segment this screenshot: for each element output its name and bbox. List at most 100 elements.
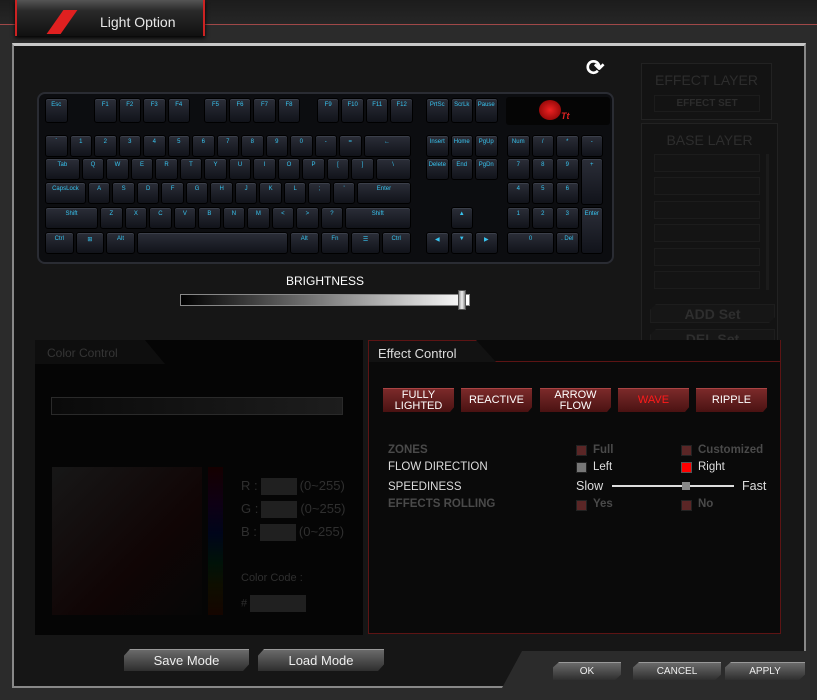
key-function[interactable]: F5 bbox=[204, 98, 227, 123]
key[interactable]: Enter bbox=[357, 182, 411, 204]
key[interactable]: 4 bbox=[143, 135, 166, 157]
key[interactable]: U bbox=[228, 158, 252, 180]
effect-wave-button[interactable]: WAVE bbox=[618, 388, 689, 412]
key-numpad[interactable]: 5 bbox=[531, 182, 554, 204]
key-nav[interactable]: End bbox=[450, 158, 473, 180]
brightness-slider-handle[interactable] bbox=[458, 290, 467, 310]
key-function[interactable]: F3 bbox=[143, 98, 166, 123]
key[interactable]: X bbox=[124, 207, 148, 229]
rolling-no-checkbox[interactable] bbox=[681, 500, 692, 511]
key[interactable]: O bbox=[277, 158, 301, 180]
key-numpad[interactable]: 2 bbox=[531, 207, 554, 229]
refresh-icon[interactable]: ⟳ bbox=[586, 55, 604, 81]
key[interactable]: 7 bbox=[216, 135, 239, 157]
key[interactable]: V bbox=[173, 207, 197, 229]
key-function[interactable]: F10 bbox=[341, 98, 364, 123]
key-arrow[interactable]: ◀ bbox=[426, 232, 449, 254]
brightness-slider[interactable] bbox=[180, 290, 470, 310]
key[interactable]: ; bbox=[308, 182, 331, 204]
key[interactable]: J bbox=[234, 182, 258, 204]
key[interactable]: H bbox=[210, 182, 233, 204]
key[interactable]: CapsLock bbox=[45, 182, 86, 204]
key[interactable]: S bbox=[112, 182, 135, 204]
key[interactable]: B bbox=[198, 207, 221, 229]
effect-arrow-flow-button[interactable]: ARROW FLOW bbox=[540, 388, 611, 412]
key-numpad[interactable]: / bbox=[531, 135, 554, 157]
color-picker-area[interactable] bbox=[52, 467, 202, 615]
key[interactable]: ] bbox=[351, 158, 374, 180]
key[interactable]: T bbox=[179, 158, 203, 180]
key[interactable]: - bbox=[314, 135, 337, 157]
add-set-button[interactable]: ADD Set bbox=[650, 304, 775, 323]
key[interactable]: Alt bbox=[290, 232, 319, 254]
key[interactable]: ← bbox=[363, 135, 411, 157]
key-arrow[interactable]: ▼ bbox=[450, 232, 473, 254]
key-numpad[interactable]: - bbox=[580, 135, 603, 157]
key-nav[interactable]: PgDn bbox=[475, 158, 498, 180]
key[interactable]: K bbox=[259, 182, 282, 204]
key-nav[interactable]: Home bbox=[450, 135, 473, 157]
load-mode-button[interactable]: Load Mode bbox=[258, 649, 384, 671]
key-numpad[interactable]: . Del bbox=[556, 232, 579, 254]
key[interactable]: 6 bbox=[192, 135, 215, 157]
key[interactable]: I bbox=[253, 158, 276, 180]
key[interactable]: Q bbox=[81, 158, 105, 180]
key-numpad[interactable]: 8 bbox=[531, 158, 554, 180]
effect-reactive-button[interactable]: REACTIVE bbox=[461, 388, 532, 412]
key[interactable]: A bbox=[87, 182, 111, 204]
key-numpad[interactable]: 3 bbox=[556, 207, 579, 229]
key-function[interactable]: PrtSc bbox=[426, 98, 449, 123]
tab-light-option[interactable]: Light Option bbox=[15, 0, 205, 36]
base-layer-slot[interactable] bbox=[654, 201, 760, 219]
zones-full-checkbox[interactable] bbox=[576, 445, 587, 456]
key[interactable]: L bbox=[283, 182, 307, 204]
b-input[interactable] bbox=[259, 524, 296, 542]
key[interactable]: Tab bbox=[45, 158, 80, 180]
key[interactable]: Shift bbox=[345, 207, 411, 229]
key-function[interactable]: F6 bbox=[228, 98, 252, 123]
g-input[interactable] bbox=[261, 501, 298, 519]
key-function[interactable]: F2 bbox=[118, 98, 141, 123]
ok-button[interactable]: OK bbox=[553, 662, 621, 680]
speed-slider[interactable] bbox=[612, 482, 734, 490]
key[interactable]: 8 bbox=[241, 135, 264, 157]
key-numpad[interactable]: 9 bbox=[556, 158, 579, 180]
key-numpad[interactable]: 0 bbox=[507, 232, 554, 254]
key[interactable]: ` bbox=[45, 135, 68, 157]
key-function[interactable]: Pause bbox=[475, 98, 498, 123]
key[interactable]: ? bbox=[320, 207, 344, 229]
flow-left-radio[interactable] bbox=[576, 462, 587, 473]
key[interactable]: E bbox=[130, 158, 154, 180]
key[interactable]: Shift bbox=[45, 207, 99, 229]
key[interactable]: Fn bbox=[320, 232, 350, 254]
key[interactable]: F bbox=[161, 182, 184, 204]
key[interactable]: [ bbox=[326, 158, 350, 180]
key[interactable]: C bbox=[149, 207, 172, 229]
key[interactable]: Ctrl bbox=[45, 232, 74, 254]
key-arrow-up[interactable]: ▲ bbox=[450, 207, 473, 229]
effect-set-slot[interactable]: EFFECT SET bbox=[654, 95, 760, 112]
key[interactable]: 3 bbox=[118, 135, 141, 157]
cancel-button[interactable]: CANCEL bbox=[633, 662, 721, 680]
hue-slider[interactable] bbox=[208, 467, 223, 615]
key[interactable]: 9 bbox=[265, 135, 288, 157]
key[interactable]: \ bbox=[375, 158, 411, 180]
key[interactable]: 5 bbox=[167, 135, 190, 157]
rolling-yes-checkbox[interactable] bbox=[576, 500, 587, 511]
base-layer-slot[interactable] bbox=[654, 271, 760, 289]
key[interactable]: ☰ bbox=[351, 232, 380, 254]
key-function[interactable]: F4 bbox=[167, 98, 190, 123]
key-nav[interactable]: Delete bbox=[426, 158, 449, 180]
key-function[interactable]: Esc bbox=[45, 98, 68, 123]
key-numpad[interactable]: 1 bbox=[507, 207, 530, 229]
key-numpad[interactable]: 6 bbox=[556, 182, 579, 204]
apply-button[interactable]: APPLY bbox=[725, 662, 805, 680]
key-function[interactable]: ScrLk bbox=[450, 98, 473, 123]
key-function[interactable]: F7 bbox=[253, 98, 276, 123]
key[interactable]: R bbox=[155, 158, 178, 180]
base-layer-slot[interactable] bbox=[654, 248, 760, 266]
save-mode-button[interactable]: Save Mode bbox=[124, 649, 249, 671]
key[interactable]: ⊞ bbox=[75, 232, 105, 254]
key[interactable]: M bbox=[247, 207, 270, 229]
key[interactable]: G bbox=[185, 182, 209, 204]
